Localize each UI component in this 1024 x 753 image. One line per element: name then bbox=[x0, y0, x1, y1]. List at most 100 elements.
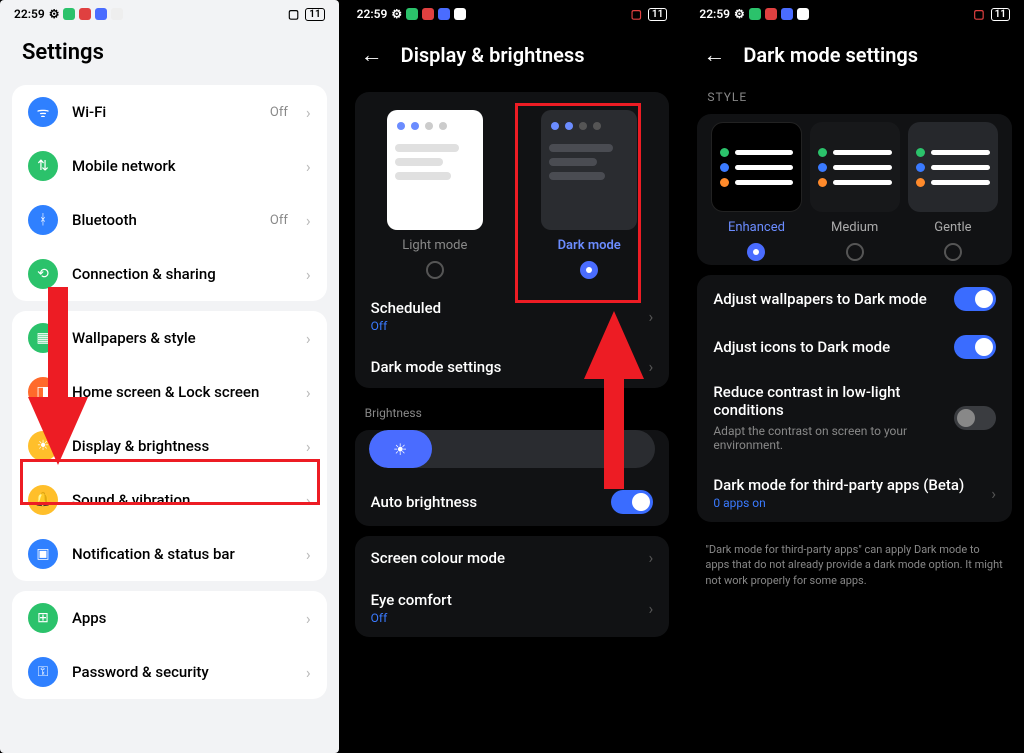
sun-icon: ☀ bbox=[393, 440, 407, 459]
wifi-icon: ᯤ bbox=[28, 97, 58, 127]
adjust-icons-row[interactable]: Adjust icons to Dark mode bbox=[697, 323, 1012, 371]
gear-icon: ⚙ bbox=[49, 7, 60, 21]
style-gentle[interactable]: Gentle bbox=[908, 122, 998, 261]
chevron-right-icon: › bbox=[306, 211, 311, 230]
chevron-right-icon: › bbox=[649, 307, 654, 326]
battery-percent: 11 bbox=[991, 8, 1010, 21]
reduce-contrast-row[interactable]: Reduce contrast in low-light conditions … bbox=[697, 371, 1012, 464]
gear-icon: ⚙ bbox=[734, 7, 745, 21]
row-value: Off bbox=[270, 105, 288, 120]
light-mode-option[interactable]: Light mode bbox=[363, 110, 507, 279]
home-icon: ◨ bbox=[28, 377, 58, 407]
screen-colour-row[interactable]: Screen colour mode › bbox=[355, 536, 670, 579]
settings-group: ▦Wallpapers & style›◨Home screen & Lock … bbox=[12, 311, 327, 581]
status-time: 22:59 bbox=[699, 7, 730, 21]
battery-icon: ▢ bbox=[631, 7, 642, 21]
toggle-on-icon[interactable] bbox=[611, 490, 653, 514]
status-bar: 22:59 ⚙ ▢ 11 bbox=[0, 0, 339, 28]
chevron-right-icon: › bbox=[306, 383, 311, 402]
page-title: Settings bbox=[0, 28, 339, 75]
chevron-right-icon: › bbox=[306, 663, 311, 682]
chevron-right-icon: › bbox=[306, 609, 311, 628]
chevron-right-icon: › bbox=[306, 545, 311, 564]
radio-icon bbox=[944, 243, 962, 261]
brightness-section-label: Brightness bbox=[343, 398, 682, 420]
status-bar: 22:59 ⚙ ▢ 11 bbox=[685, 0, 1024, 28]
back-button[interactable]: ← bbox=[703, 42, 725, 68]
wall-icon: ▦ bbox=[28, 323, 58, 353]
chevron-right-icon: › bbox=[306, 265, 311, 284]
apps-icon: ⊞ bbox=[28, 603, 58, 633]
settings-row-sound-vibration[interactable]: 🔔Sound & vibration› bbox=[12, 473, 327, 527]
style-enhanced[interactable]: Enhanced bbox=[711, 122, 801, 261]
row-label: Apps bbox=[72, 609, 292, 627]
swap-icon: ⇅ bbox=[28, 151, 58, 181]
settings-row-bluetooth[interactable]: ᚼ Bluetooth Off › bbox=[12, 193, 327, 247]
eye-comfort-row[interactable]: Eye comfort Off › bbox=[355, 579, 670, 637]
settings-row-apps[interactable]: ⊞ Apps › bbox=[12, 591, 327, 645]
bt-icon: ᚼ bbox=[28, 205, 58, 235]
settings-row-wallpapers-style[interactable]: ▦ Wallpapers & style › bbox=[12, 311, 327, 365]
status-icon bbox=[63, 8, 75, 20]
light-mode-label: Light mode bbox=[402, 238, 467, 253]
row-value: Off bbox=[270, 213, 288, 228]
back-button[interactable]: ← bbox=[361, 42, 383, 68]
status-icon bbox=[422, 8, 434, 20]
auto-brightness-row[interactable]: Auto brightness bbox=[355, 478, 670, 526]
settings-row-connection-sharing[interactable]: ⟲ Connection & sharing › bbox=[12, 247, 327, 301]
row-label: Wi-Fi bbox=[72, 103, 256, 121]
status-icon bbox=[749, 8, 761, 20]
chevron-right-icon: › bbox=[306, 329, 311, 348]
settings-screen: 22:59 ⚙ ▢ 11 Settings ᯤ Wi-Fi Off › ⇅Mobile … bbox=[0, 0, 339, 753]
notif-icon: ▣ bbox=[28, 539, 58, 569]
style-selector: Enhanced Medium Gentle bbox=[697, 114, 1012, 265]
settings-row-mobile-network[interactable]: ⇅Mobile network› bbox=[12, 139, 327, 193]
chevron-right-icon: › bbox=[306, 103, 311, 122]
gear-icon: ⚙ bbox=[391, 7, 402, 21]
toggle-off-icon[interactable] bbox=[954, 406, 996, 430]
row-label: Wallpapers & style bbox=[72, 329, 292, 347]
status-icon bbox=[765, 8, 777, 20]
dark-mode-option[interactable]: Dark mode bbox=[517, 110, 661, 279]
dark-mode-settings-screen: 22:59 ⚙ ▢ 11 ← Dark mode settings STYLE … bbox=[685, 0, 1024, 753]
settings-row-wi-fi[interactable]: ᯤ Wi-Fi Off › bbox=[12, 85, 327, 139]
style-medium[interactable]: Medium bbox=[810, 122, 900, 261]
chevron-right-icon: › bbox=[991, 484, 996, 503]
status-icon bbox=[454, 8, 466, 20]
dark-mode-settings-row[interactable]: Dark mode settings › bbox=[355, 345, 670, 388]
toggle-on-icon[interactable] bbox=[954, 287, 996, 311]
radio-selected-icon bbox=[747, 243, 765, 261]
status-icon bbox=[95, 8, 107, 20]
status-time: 22:59 bbox=[357, 7, 388, 21]
helper-text: "Dark mode for third-party apps" can app… bbox=[685, 532, 1024, 598]
status-icon bbox=[79, 8, 91, 20]
chevron-right-icon: › bbox=[649, 357, 654, 376]
toggle-on-icon[interactable] bbox=[954, 335, 996, 359]
row-label: Bluetooth bbox=[72, 211, 256, 229]
scheduled-row[interactable]: Scheduled Off › bbox=[355, 287, 670, 345]
row-label: Sound & vibration bbox=[72, 491, 292, 509]
link-icon: ⟲ bbox=[28, 259, 58, 289]
sun-icon: ☀ bbox=[28, 431, 58, 461]
chevron-right-icon: › bbox=[649, 599, 654, 618]
settings-row-home-screen-lock-screen[interactable]: ◨Home screen & Lock screen› bbox=[12, 365, 327, 419]
battery-icon: ▢ bbox=[973, 7, 984, 21]
battery-percent: 11 bbox=[648, 8, 667, 21]
status-icon bbox=[111, 8, 123, 20]
bell-icon: 🔔 bbox=[28, 485, 58, 515]
third-party-row[interactable]: Dark mode for third-party apps (Beta) 0 … bbox=[697, 464, 1012, 522]
status-time: 22:59 bbox=[14, 7, 45, 21]
status-icon bbox=[438, 8, 450, 20]
settings-row-password-security[interactable]: ⚿Password & security› bbox=[12, 645, 327, 699]
status-bar: 22:59 ⚙ ▢ 11 bbox=[343, 0, 682, 28]
settings-row-notification-status-bar[interactable]: ▣Notification & status bar› bbox=[12, 527, 327, 581]
brightness-slider[interactable]: ☀ bbox=[369, 430, 656, 468]
style-section-label: STYLE bbox=[685, 82, 1024, 104]
adjust-wallpapers-row[interactable]: Adjust wallpapers to Dark mode bbox=[697, 275, 1012, 323]
row-label: Connection & sharing bbox=[72, 265, 292, 283]
status-icon bbox=[797, 8, 809, 20]
radio-icon bbox=[426, 261, 444, 279]
radio-selected-icon bbox=[580, 261, 598, 279]
battery-icon: ▢ bbox=[288, 7, 299, 21]
settings-row-display-brightness[interactable]: ☀Display & brightness› bbox=[12, 419, 327, 473]
